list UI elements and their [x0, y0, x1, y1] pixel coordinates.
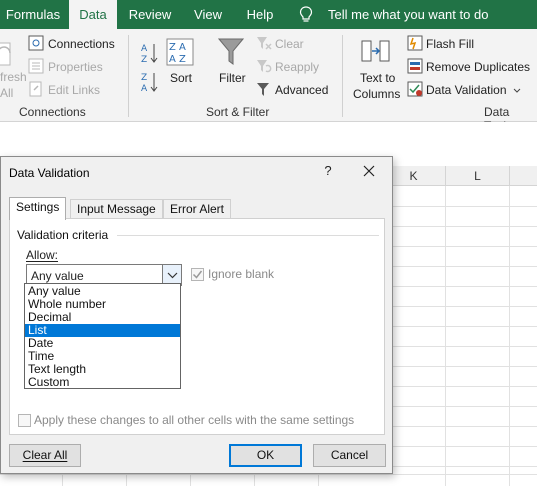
tell-me-search[interactable]: Tell me what you want to do [328, 0, 488, 29]
gridline [382, 286, 537, 287]
sort-az-icon: A Z [141, 44, 158, 64]
sort-filter-group-label: Sort & Filter [206, 105, 270, 119]
chevron-down-icon [167, 272, 178, 279]
ribbon-body: fresh All Connections Properties Edit Li… [0, 29, 537, 133]
ok-button[interactable]: OK [229, 444, 302, 467]
tab-view[interactable]: View [183, 0, 233, 29]
gridline [445, 186, 446, 486]
reapply-icon [257, 60, 272, 73]
group-separator [128, 35, 129, 117]
svg-text:Z: Z [141, 55, 147, 64]
svg-text:A: A [141, 44, 148, 54]
cancel-button[interactable]: Cancel [313, 444, 386, 467]
sort-dialog-icon: Z A A Z [166, 38, 194, 66]
ignore-blank-label: Ignore blank [208, 267, 275, 281]
tab-data[interactable]: Data [69, 0, 117, 29]
allow-dropdown-button[interactable] [162, 265, 181, 285]
text-to-columns-label-2[interactable]: Columns [353, 87, 400, 101]
tab-input-message[interactable]: Input Message [70, 199, 163, 219]
allow-options-list[interactable]: Any value Whole number Decimal List Date… [24, 283, 181, 389]
lightbulb-icon [299, 6, 313, 22]
tab-settings[interactable]: Settings [9, 197, 67, 220]
allow-option-custom[interactable]: Custom [25, 376, 180, 389]
gridline [126, 474, 127, 486]
connections-group-label: Connections [19, 105, 86, 119]
gridline [382, 426, 537, 427]
gridline [382, 386, 537, 387]
gridline [382, 326, 537, 327]
edit-links-icon [29, 81, 42, 97]
data-validation-icon [407, 81, 423, 97]
properties-icon [28, 58, 44, 74]
clear-filter-icon [257, 37, 272, 50]
advanced-button[interactable]: Advanced [275, 83, 328, 97]
connections-button[interactable]: Connections [48, 37, 115, 51]
refresh-all-icon [0, 42, 11, 66]
gridline [382, 226, 537, 227]
remove-duplicates-icon [407, 58, 423, 74]
tab-help[interactable]: Help [237, 0, 283, 29]
advanced-filter-icon [257, 83, 269, 96]
gridline [382, 346, 537, 347]
gridline [382, 366, 537, 367]
remove-duplicates-button[interactable]: Remove Duplicates [426, 60, 530, 74]
text-to-columns-label-1[interactable]: Text to [360, 71, 395, 85]
refresh-all-label-2[interactable]: All [0, 86, 13, 100]
tab-review[interactable]: Review [121, 0, 179, 29]
svg-text:Z A: Z A [169, 42, 186, 53]
help-button[interactable]: ? [321, 163, 335, 178]
gridline [382, 206, 537, 207]
gridline [509, 186, 510, 486]
gridline [62, 474, 63, 486]
apply-all-label: Apply these changes to all other cells w… [34, 413, 355, 427]
validation-criteria-label: Validation criteria [17, 228, 109, 242]
gridline [382, 306, 537, 307]
gridline [0, 474, 537, 475]
properties-button[interactable]: Properties [48, 60, 103, 74]
gridline [382, 246, 537, 247]
flash-fill-icon [407, 35, 423, 51]
gridline [382, 446, 537, 447]
apply-all-checkbox[interactable] [18, 414, 31, 427]
refresh-all-label-1[interactable]: fresh [0, 70, 27, 84]
allow-label: Allow: [26, 248, 58, 262]
gridline [382, 466, 537, 467]
reapply-button[interactable]: Reapply [275, 60, 319, 74]
dialog-title: Data Validation [9, 166, 90, 180]
gridline [318, 474, 319, 486]
gridline [254, 474, 255, 486]
tab-error-alert[interactable]: Error Alert [163, 199, 232, 219]
ignore-blank-checkbox[interactable] [191, 268, 204, 281]
ribbon-tab-bar: Formulas Data Review View Help Tell me w… [0, 0, 537, 29]
close-icon[interactable] [362, 164, 376, 178]
text-to-columns-icon [361, 40, 390, 62]
gridline [382, 266, 537, 267]
connections-icon [28, 35, 44, 51]
gridline [382, 406, 537, 407]
allow-label-text: Allow: [26, 248, 59, 262]
chevron-down-icon[interactable] [513, 88, 521, 94]
flash-fill-button[interactable]: Flash Fill [426, 37, 474, 51]
sort-za-icon: Z A [141, 73, 158, 93]
column-header-l[interactable]: L [446, 166, 510, 186]
clear-all-button[interactable]: Clear All [9, 444, 81, 467]
edit-links-button[interactable]: Edit Links [48, 83, 100, 97]
divider [117, 235, 379, 236]
svg-text:A Z: A Z [169, 54, 186, 65]
clear-button[interactable]: Clear [275, 37, 304, 51]
filter-button[interactable]: Filter [219, 71, 246, 85]
column-header-partial[interactable] [510, 166, 537, 186]
group-separator [342, 35, 343, 117]
filter-icon [218, 38, 244, 65]
checkmark-icon [192, 270, 203, 279]
sort-button[interactable]: Sort [170, 71, 192, 85]
allow-select-value: Any value [31, 269, 84, 283]
allow-option-decimal[interactable]: Decimal [25, 311, 180, 324]
clear-all-label: Clear All [22, 448, 68, 462]
svg-text:A: A [141, 84, 148, 93]
tab-formulas[interactable]: Formulas [0, 0, 66, 29]
svg-text:Z: Z [141, 73, 147, 83]
data-validation-button[interactable]: Data Validation [426, 83, 507, 97]
gridline [190, 474, 191, 486]
